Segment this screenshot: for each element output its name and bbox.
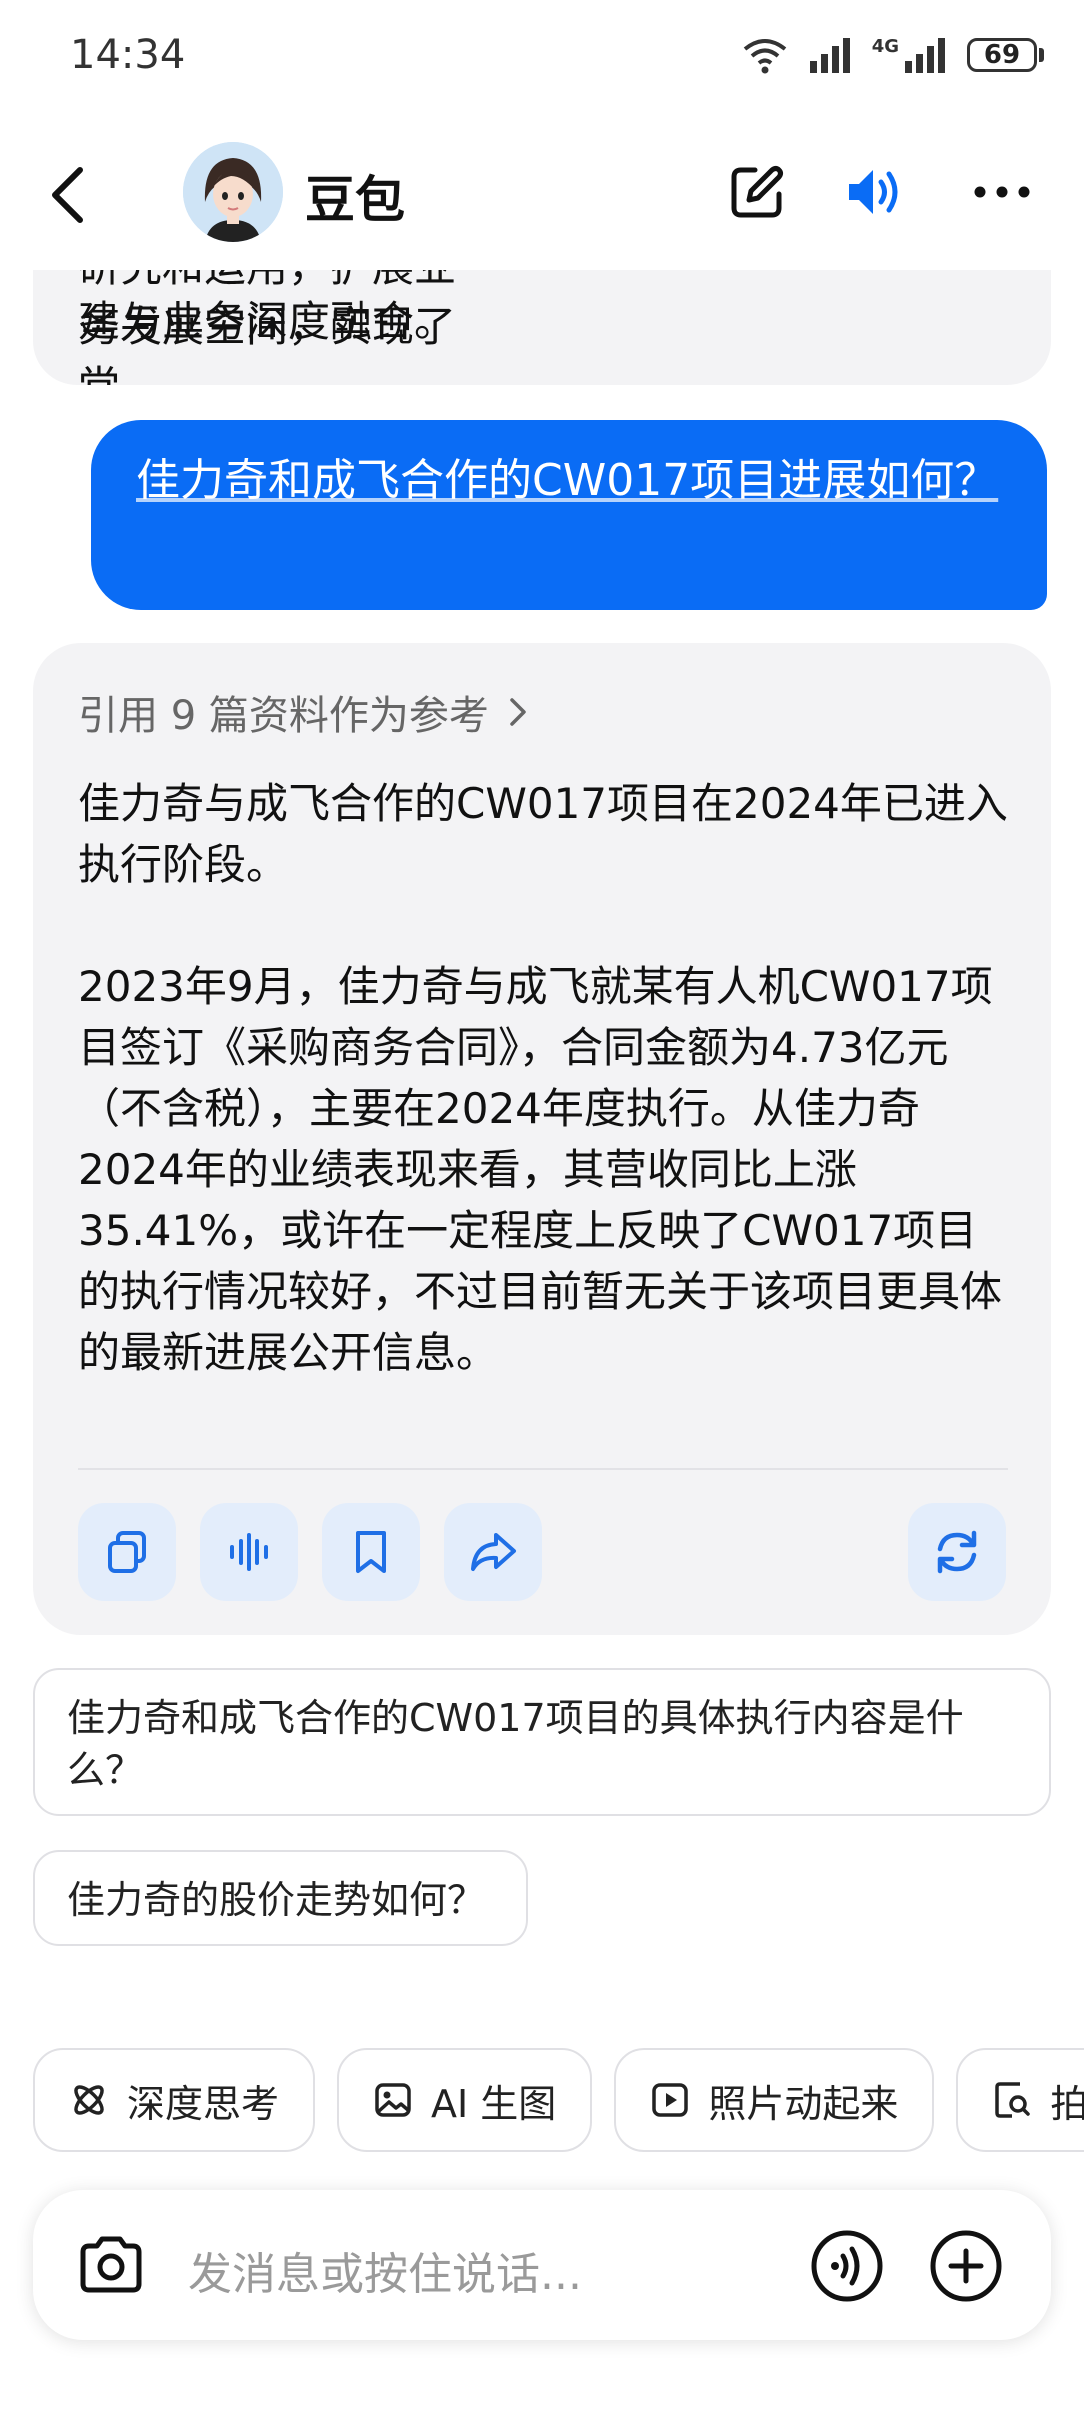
answer-text: 佳力奇与成飞合作的CW017项目在2024年已进入执行阶段。 2023年9月，佳力… <box>78 773 1008 1383</box>
copy-icon <box>108 1531 146 1573</box>
previous-message-clipped-line: 研究和运用，扩展业务发展空间，实现了党 <box>78 270 457 385</box>
avatar[interactable] <box>183 142 283 242</box>
bot-answer-bubble: 引用 9 篇资料作为参考 佳力奇与成飞合作的CW017项目在2024年已进入执行… <box>33 643 1051 1635</box>
references-label: 引用 9 篇资料作为参考 <box>78 693 489 739</box>
read-aloud-button[interactable] <box>200 1503 298 1601</box>
status-time: 14:34 <box>70 32 186 78</box>
answer-paragraph-1: 佳力奇与成飞合作的CW017项目在2024年已进入执行阶段。 <box>78 779 1008 889</box>
chat-title: 豆包 <box>305 171 405 229</box>
chip-label: 深度思考 <box>127 2081 280 2126</box>
chat-header: 豆包 <box>0 120 1084 270</box>
speaker-icon[interactable] <box>843 160 907 224</box>
refresh-icon <box>937 1530 977 1574</box>
network-type-label: 4G <box>871 35 899 57</box>
bookmark-icon <box>356 1531 386 1573</box>
references-link[interactable]: 引用 9 篇资料作为参考 <box>78 683 529 741</box>
more-icon[interactable] <box>970 160 1034 224</box>
status-bar: 14:34 4G 69 <box>0 0 1084 110</box>
answer-divider <box>78 1468 1008 1470</box>
image-icon <box>375 2083 411 2117</box>
back-arrow-icon[interactable] <box>40 160 100 230</box>
voice-input-icon[interactable] <box>809 2228 885 2304</box>
chip-ai-image[interactable]: AI 生图 <box>337 2048 593 2152</box>
regenerate-button[interactable] <box>908 1503 1006 1601</box>
answer-paragraph-2: 2023年9月，佳力奇与成飞就某有人机CW017项目签订《采购商务合同》，合同金… <box>78 962 1003 1377</box>
chip-scan[interactable]: 拍 <box>956 2048 1084 2152</box>
share-button[interactable] <box>444 1503 542 1601</box>
status-icons: 4G 69 <box>740 30 1044 80</box>
message-input-bar: 发消息或按住说话... <box>33 2190 1051 2340</box>
suggestion-text: 佳力奇的股价走势如何？ <box>67 1878 486 1922</box>
battery-level: 69 <box>983 40 1021 70</box>
chip-label: AI 生图 <box>431 2081 557 2126</box>
atom-icon <box>74 2085 104 2115</box>
feature-chips: 深度思考 AI 生图 照片动起来 拍 <box>33 2048 1084 2152</box>
edit-icon[interactable] <box>725 160 789 224</box>
chip-label: 拍 <box>1050 2081 1084 2126</box>
scan-doc-icon <box>995 2082 1031 2118</box>
suggestion-text: 佳力奇和成飞合作的CW017项目的具体执行内容是什么？ <box>67 1696 964 1792</box>
chip-deep-think[interactable]: 深度思考 <box>33 2048 316 2152</box>
audio-wave-icon <box>230 1533 268 1571</box>
previous-bot-message: 研究和运用，扩展业务发展空间，实现了党 建与业务深度融合。 <box>33 270 1051 385</box>
chip-animate-photo[interactable]: 照片动起来 <box>614 2048 935 2152</box>
camera-icon[interactable] <box>73 2228 149 2304</box>
signal-icon <box>809 38 850 73</box>
share-arrow-icon <box>471 1533 516 1571</box>
battery-indicator: 69 <box>967 38 1037 72</box>
signal-icon-2 <box>905 38 945 73</box>
add-icon[interactable] <box>928 2228 1004 2304</box>
battery-tip <box>1039 48 1044 62</box>
avatar-portrait-icon <box>183 142 283 242</box>
bookmark-button[interactable] <box>322 1503 420 1601</box>
suggestion-1[interactable]: 佳力奇和成飞合作的CW017项目的具体执行内容是什么？ <box>33 1668 1051 1816</box>
suggestion-2[interactable]: 佳力奇的股价走势如何？ <box>33 1850 528 1946</box>
play-icon <box>652 2083 689 2117</box>
copy-button[interactable] <box>78 1503 176 1601</box>
chip-label: 照片动起来 <box>708 2081 899 2126</box>
user-message-text: 佳力奇和成飞合作的CW017项目进展如何？ <box>136 455 999 506</box>
user-message-bubble[interactable]: 佳力奇和成飞合作的CW017项目进展如何？ <box>91 420 1047 610</box>
chevron-right-icon <box>510 698 526 726</box>
wifi-icon <box>743 39 786 74</box>
message-input[interactable]: 发消息或按住说话... <box>188 2238 582 2302</box>
